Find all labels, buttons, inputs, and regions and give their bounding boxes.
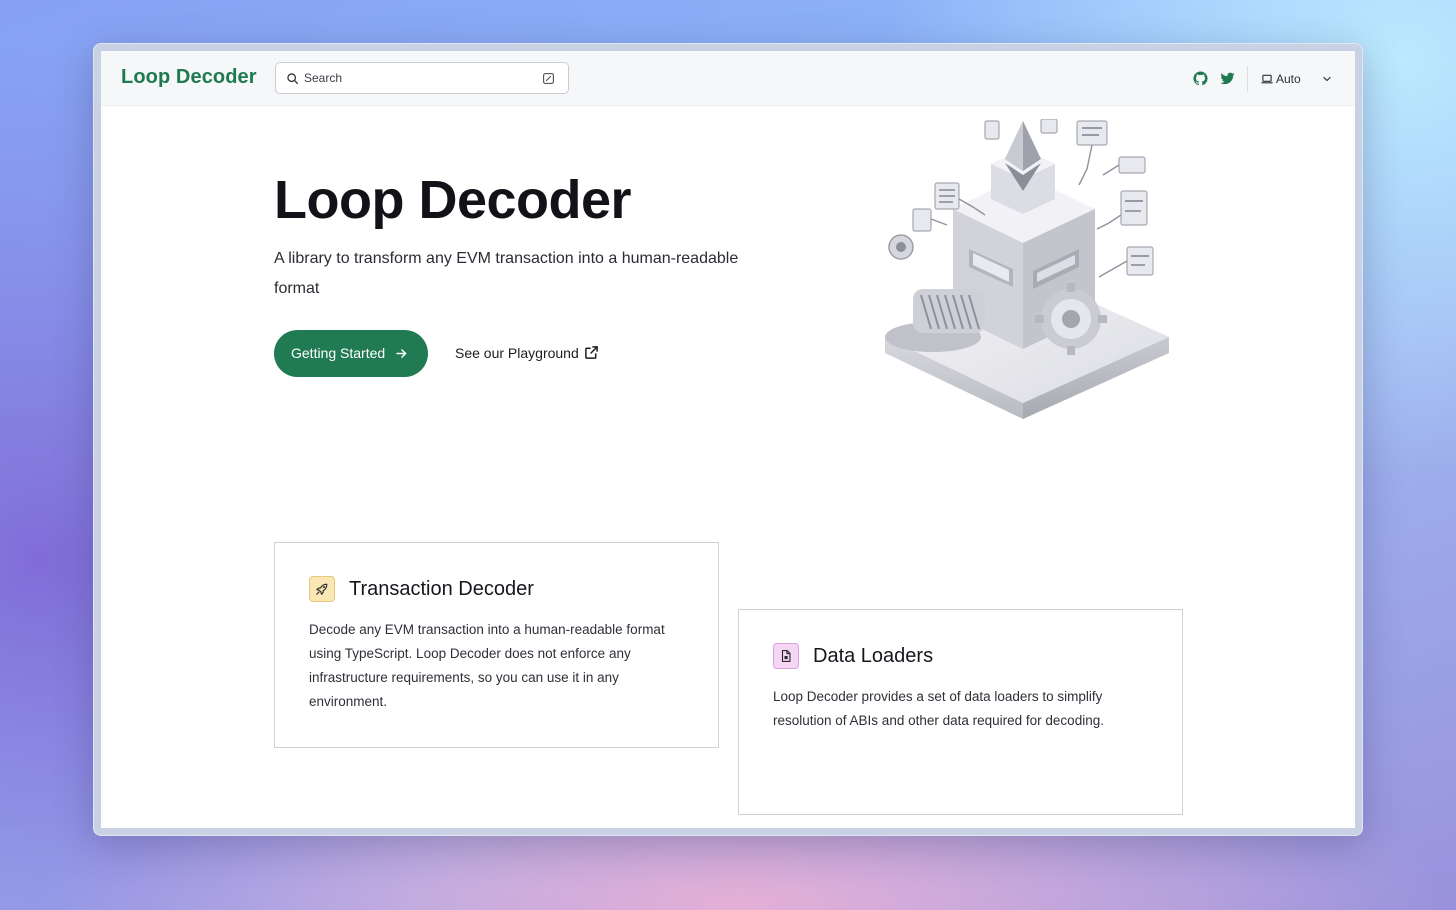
arrow-right-icon	[396, 349, 407, 358]
page: Loop Decoder Search Auto Loop Decoder A …	[101, 51, 1355, 828]
playground-link[interactable]: See our Playground	[455, 342, 605, 364]
keyboard-shortcut-icon	[543, 73, 554, 84]
decoder-machine-illustration	[885, 119, 1169, 419]
feature-title: Transaction Decoder	[349, 578, 534, 600]
feature-icon-box	[309, 576, 335, 602]
hero-title: Loop Decoder	[274, 170, 632, 230]
navbar: Loop Decoder Search Auto	[101, 51, 1355, 106]
document-icon	[781, 650, 791, 662]
getting-started-label: Getting Started	[291, 345, 386, 361]
getting-started-button[interactable]: Getting Started	[274, 330, 428, 377]
feature-card-data-loaders: Data Loaders Loop Decoder provides a set…	[738, 609, 1183, 815]
github-icon[interactable]	[1193, 71, 1208, 86]
nav-divider	[1247, 66, 1248, 92]
search-box[interactable]: Search	[275, 62, 569, 94]
search-icon	[287, 73, 299, 85]
feature-title: Data Loaders	[813, 645, 934, 667]
feature-description: Loop Decoder provides a set of data load…	[773, 689, 1104, 728]
site-logo[interactable]: Loop Decoder	[121, 66, 257, 89]
theme-select-label: Auto	[1276, 72, 1301, 86]
browser-window: Loop Decoder Search Auto Loop Decoder A …	[93, 43, 1363, 836]
hero-subtitle: A library to transform any EVM transacti…	[274, 250, 739, 297]
feature-description: Decode any EVM transaction into a human-…	[309, 622, 665, 709]
playground-link-label: See our Playground	[455, 345, 579, 361]
monitor-icon	[1261, 74, 1273, 84]
twitter-icon[interactable]	[1220, 71, 1235, 86]
theme-select[interactable]: Auto	[1261, 70, 1335, 88]
external-link-icon	[585, 346, 598, 359]
feature-card-transaction-decoder: Transaction Decoder Decode any EVM trans…	[274, 542, 719, 748]
chevron-down-icon	[1323, 76, 1331, 82]
feature-icon-box	[773, 643, 799, 669]
search-placeholder: Search	[304, 71, 343, 85]
rocket-icon	[316, 583, 328, 595]
